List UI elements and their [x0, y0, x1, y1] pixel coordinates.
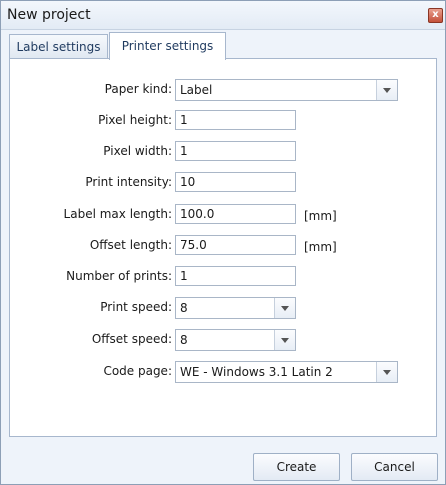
- paper-kind-select[interactable]: Label: [175, 79, 398, 101]
- printer-settings-panel: Paper kind: Label Pixel height: 1 Pixel …: [9, 58, 437, 437]
- pixel-height-label: Pixel height:: [98, 113, 172, 127]
- pixel-height-input[interactable]: 1: [175, 110, 296, 130]
- print-speed-select[interactable]: 8: [175, 297, 296, 319]
- cancel-button[interactable]: Cancel: [351, 453, 438, 481]
- offset-length-row: Offset length: 75.0 [mm]: [10, 235, 436, 257]
- label-max-length-label: Label max length:: [63, 207, 172, 221]
- pixel-height-row: Pixel height: 1: [10, 110, 436, 132]
- print-intensity-row: Print intensity: 10: [10, 172, 436, 194]
- offset-speed-label: Offset speed:: [91, 332, 172, 346]
- title-bar: New project x: [1, 1, 445, 30]
- paper-kind-dropdown-button[interactable]: [376, 80, 397, 100]
- number-of-prints-input[interactable]: 1: [175, 266, 296, 286]
- pixel-width-input[interactable]: 1: [175, 141, 296, 161]
- tab-printer-settings[interactable]: Printer settings: [109, 32, 226, 60]
- label-max-length-unit: [mm]: [304, 209, 337, 223]
- offset-speed-row: Offset speed: 8: [10, 329, 436, 351]
- chevron-down-icon: [281, 338, 289, 343]
- offset-length-input[interactable]: 75.0: [175, 235, 296, 255]
- tab-label: Printer settings: [121, 39, 214, 53]
- tab-label: Label settings: [16, 40, 101, 54]
- print-intensity-label: Print intensity:: [85, 175, 172, 189]
- chevron-down-icon: [281, 306, 289, 311]
- offset-speed-value: 8: [180, 333, 188, 347]
- tab-label-settings[interactable]: Label settings: [9, 34, 108, 59]
- paper-kind-label: Paper kind:: [104, 82, 172, 96]
- print-intensity-input[interactable]: 10: [175, 172, 296, 192]
- chevron-down-icon: [383, 88, 391, 93]
- close-icon[interactable]: x: [428, 8, 443, 23]
- new-project-dialog: New project x Label settings Printer set…: [0, 0, 446, 485]
- pixel-width-row: Pixel width: 1: [10, 141, 436, 163]
- print-speed-row: Print speed: 8: [10, 297, 436, 319]
- code-page-row: Code page: WE - Windows 3.1 Latin 2: [10, 361, 436, 383]
- window-title: New project: [7, 7, 91, 23]
- pixel-width-label: Pixel width:: [103, 144, 172, 158]
- paper-kind-value: Label: [180, 83, 213, 97]
- paper-kind-row: Paper kind: Label: [10, 79, 436, 101]
- code-page-dropdown-button[interactable]: [376, 362, 397, 382]
- print-speed-dropdown-button[interactable]: [274, 298, 295, 318]
- print-speed-value: 8: [180, 301, 188, 315]
- print-speed-label: Print speed:: [100, 300, 172, 314]
- offset-length-unit: [mm]: [304, 240, 337, 254]
- offset-speed-dropdown-button[interactable]: [274, 330, 295, 350]
- code-page-label: Code page:: [103, 364, 172, 378]
- number-of-prints-row: Number of prints: 1: [10, 266, 436, 288]
- number-of-prints-label: Number of prints:: [66, 269, 172, 283]
- offset-speed-select[interactable]: 8: [175, 329, 296, 351]
- chevron-down-icon: [383, 370, 391, 375]
- offset-length-label: Offset length:: [89, 238, 172, 252]
- create-button[interactable]: Create: [253, 453, 340, 481]
- label-max-length-input[interactable]: 100.0: [175, 204, 296, 224]
- code-page-value: WE - Windows 3.1 Latin 2: [180, 365, 333, 379]
- label-max-length-row: Label max length: 100.0 [mm]: [10, 204, 436, 226]
- code-page-select[interactable]: WE - Windows 3.1 Latin 2: [175, 361, 398, 383]
